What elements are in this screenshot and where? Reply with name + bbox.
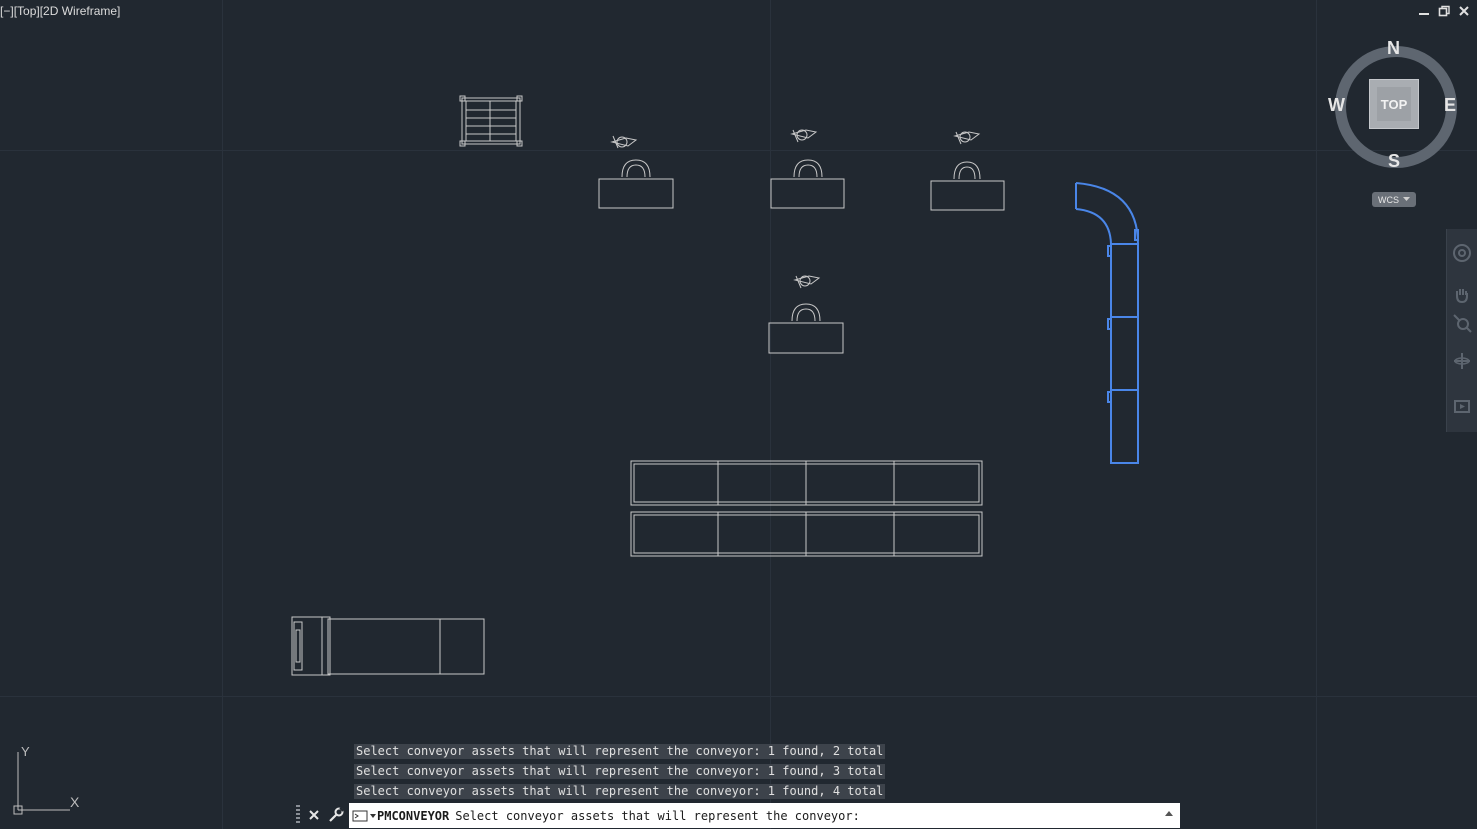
command-history-line: Select conveyor assets that will represe… — [354, 784, 886, 799]
truck[interactable] — [291, 616, 485, 676]
command-line-input[interactable]: PMCONVEYOR Select conveyor assets that w… — [349, 803, 1180, 828]
steering-wheel-icon[interactable] — [1450, 241, 1474, 265]
command-prompt-icon[interactable] — [351, 806, 377, 826]
pallet-rack[interactable] — [459, 95, 523, 147]
navigation-bar — [1446, 229, 1477, 432]
compass-west[interactable]: W — [1328, 95, 1345, 116]
ucs-icon: Y X — [13, 744, 80, 815]
workstation[interactable] — [598, 135, 674, 209]
command-prompt-text: Select conveyor assets that will represe… — [455, 808, 860, 823]
close-icon[interactable] — [306, 807, 322, 823]
viewcube-top-face[interactable]: TOP — [1369, 79, 1419, 129]
workstation[interactable] — [770, 129, 845, 209]
ucs-y-label: Y — [21, 744, 30, 759]
pan-icon[interactable] — [1450, 283, 1474, 307]
grip-handle[interactable] — [296, 805, 300, 825]
showmotion-icon[interactable] — [1450, 394, 1474, 418]
command-name: PMCONVEYOR — [377, 808, 450, 823]
drawing-canvas[interactable] — [0, 0, 1477, 829]
zoom-extents-icon[interactable] — [1450, 311, 1474, 335]
viewcube-face-label: TOP — [1377, 87, 1411, 121]
ucs-menu-label: WCS — [1378, 194, 1399, 205]
viewcube[interactable]: TOP N S E W — [1325, 38, 1465, 178]
command-history-line: Select conveyor assets that will represe… — [354, 764, 886, 779]
compass-south[interactable]: S — [1388, 151, 1400, 172]
ucs-menu[interactable]: WCS — [1372, 192, 1416, 207]
storage-racks[interactable] — [630, 460, 983, 557]
ucs-x-label: X — [70, 794, 80, 810]
orbit-icon[interactable] — [1450, 349, 1474, 373]
compass-east[interactable]: E — [1444, 95, 1456, 116]
command-history-line: Select conveyor assets that will represe… — [354, 744, 886, 759]
command-line-tools — [294, 803, 348, 827]
compass-north[interactable]: N — [1387, 38, 1400, 59]
workstation[interactable] — [768, 275, 844, 354]
workstation[interactable] — [930, 131, 1005, 211]
conveyor-selected[interactable] — [1075, 182, 1139, 464]
wrench-icon[interactable] — [328, 807, 344, 823]
chevron-down-icon — [1403, 197, 1410, 201]
chevron-up-icon[interactable] — [1164, 809, 1174, 817]
